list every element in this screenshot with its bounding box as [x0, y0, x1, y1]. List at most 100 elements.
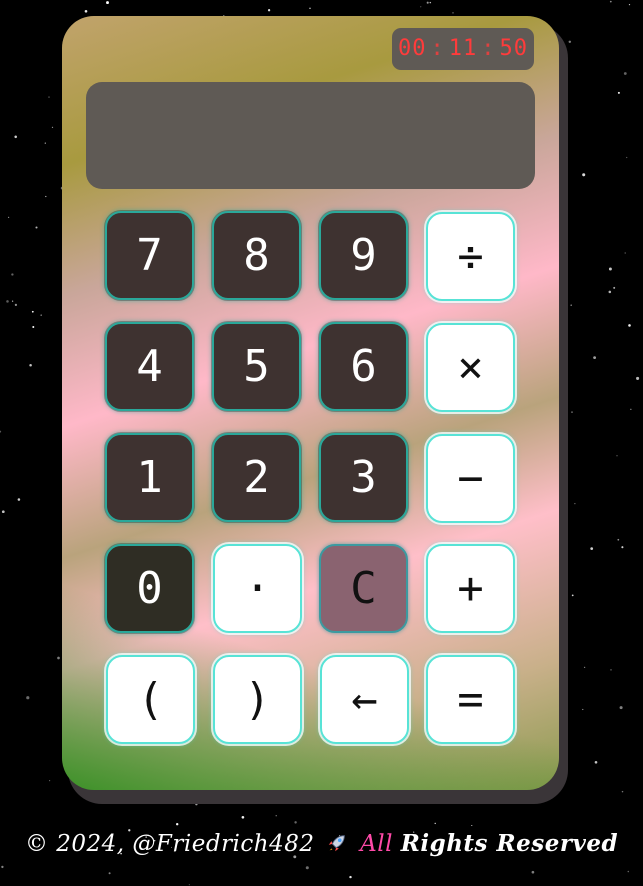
clear-button[interactable]: C: [319, 544, 408, 633]
key-0[interactable]: 0: [105, 544, 194, 633]
star: [108, 872, 111, 875]
star: [349, 875, 352, 879]
key-6[interactable]: 6: [319, 322, 408, 411]
star: [188, 884, 190, 886]
star: [17, 498, 21, 501]
minus-button[interactable]: −: [426, 434, 515, 523]
star: [45, 195, 47, 198]
footer-rights: Rights Reserved: [400, 830, 619, 857]
backspace-button[interactable]: ←: [320, 655, 409, 744]
star: [628, 3, 631, 6]
star: [1, 510, 5, 514]
multiply-button[interactable]: ×: [426, 323, 515, 412]
star: [630, 408, 632, 410]
star: [434, 822, 436, 825]
star: [176, 823, 179, 826]
star: [84, 9, 88, 13]
star: [571, 411, 573, 413]
star: [106, 1, 109, 5]
star: [621, 790, 624, 793]
rocket-icon: [329, 835, 346, 852]
clock-separator: :: [481, 36, 496, 61]
equals-button[interactable]: =: [426, 655, 515, 744]
star: [29, 364, 32, 367]
clock-seconds: 50: [499, 36, 528, 61]
star: [610, 669, 612, 671]
star: [636, 376, 640, 380]
key-7[interactable]: 7: [105, 211, 194, 300]
star: [616, 455, 618, 457]
key-3[interactable]: 3: [319, 433, 408, 522]
star: [241, 815, 245, 819]
star: [32, 325, 35, 329]
star: [14, 135, 17, 139]
key-8[interactable]: 8: [212, 211, 301, 300]
star: [31, 310, 34, 313]
star: [275, 815, 277, 817]
star: [51, 126, 54, 129]
digital-clock: 00:11:50: [392, 28, 534, 70]
star: [14, 303, 18, 307]
star: [568, 40, 572, 44]
star: [267, 9, 271, 12]
star: [49, 780, 51, 782]
star: [48, 96, 50, 98]
calculator-display: [86, 82, 535, 189]
star: [609, 0, 612, 3]
star: [617, 538, 620, 541]
star: [7, 216, 10, 219]
footer: © 2024, @Friedrich482 All Rights Reserve…: [0, 830, 643, 857]
star: [626, 156, 628, 159]
star: [420, 6, 422, 8]
star: [309, 7, 311, 9]
star: [0, 430, 2, 433]
star: [26, 696, 30, 700]
star: [619, 706, 623, 710]
star: [624, 252, 626, 254]
star: [617, 91, 620, 94]
star: [582, 708, 584, 711]
plus-button[interactable]: +: [426, 544, 515, 633]
star: [11, 273, 14, 276]
star: [305, 866, 309, 870]
star: [628, 324, 631, 327]
key-5[interactable]: 5: [212, 322, 301, 411]
star: [608, 290, 612, 294]
decimal-point-button[interactable]: ·: [213, 544, 302, 633]
star: [613, 286, 616, 289]
star: [429, 1, 432, 4]
star: [571, 594, 574, 597]
close-parenthesis-button[interactable]: ): [213, 655, 302, 744]
star: [35, 226, 38, 229]
star: [426, 1, 429, 4]
star: [6, 300, 9, 303]
open-parenthesis-button[interactable]: (: [106, 655, 195, 744]
star: [608, 267, 612, 271]
footer-copyright: © 2024, @Friedrich482: [24, 831, 315, 857]
star: [1, 865, 4, 869]
star: [621, 546, 624, 549]
star: [623, 72, 627, 75]
divide-button[interactable]: ÷: [426, 212, 515, 301]
star: [531, 870, 535, 874]
star: [471, 824, 473, 827]
star: [11, 300, 14, 302]
star: [574, 503, 576, 505]
key-9[interactable]: 9: [319, 211, 408, 300]
footer-all: All: [360, 831, 393, 857]
star: [627, 870, 630, 873]
key-2[interactable]: 2: [212, 433, 301, 522]
clock-hours: 00: [398, 36, 427, 61]
star: [40, 314, 42, 316]
star: [590, 547, 594, 550]
star: [594, 760, 598, 764]
star: [57, 656, 60, 660]
clock-minutes: 11: [448, 36, 478, 61]
star: [570, 304, 572, 306]
star: [582, 173, 586, 177]
star: [593, 356, 597, 360]
key-4[interactable]: 4: [105, 322, 194, 411]
star: [452, 12, 454, 14]
key-1[interactable]: 1: [105, 433, 194, 522]
star: [44, 142, 46, 144]
